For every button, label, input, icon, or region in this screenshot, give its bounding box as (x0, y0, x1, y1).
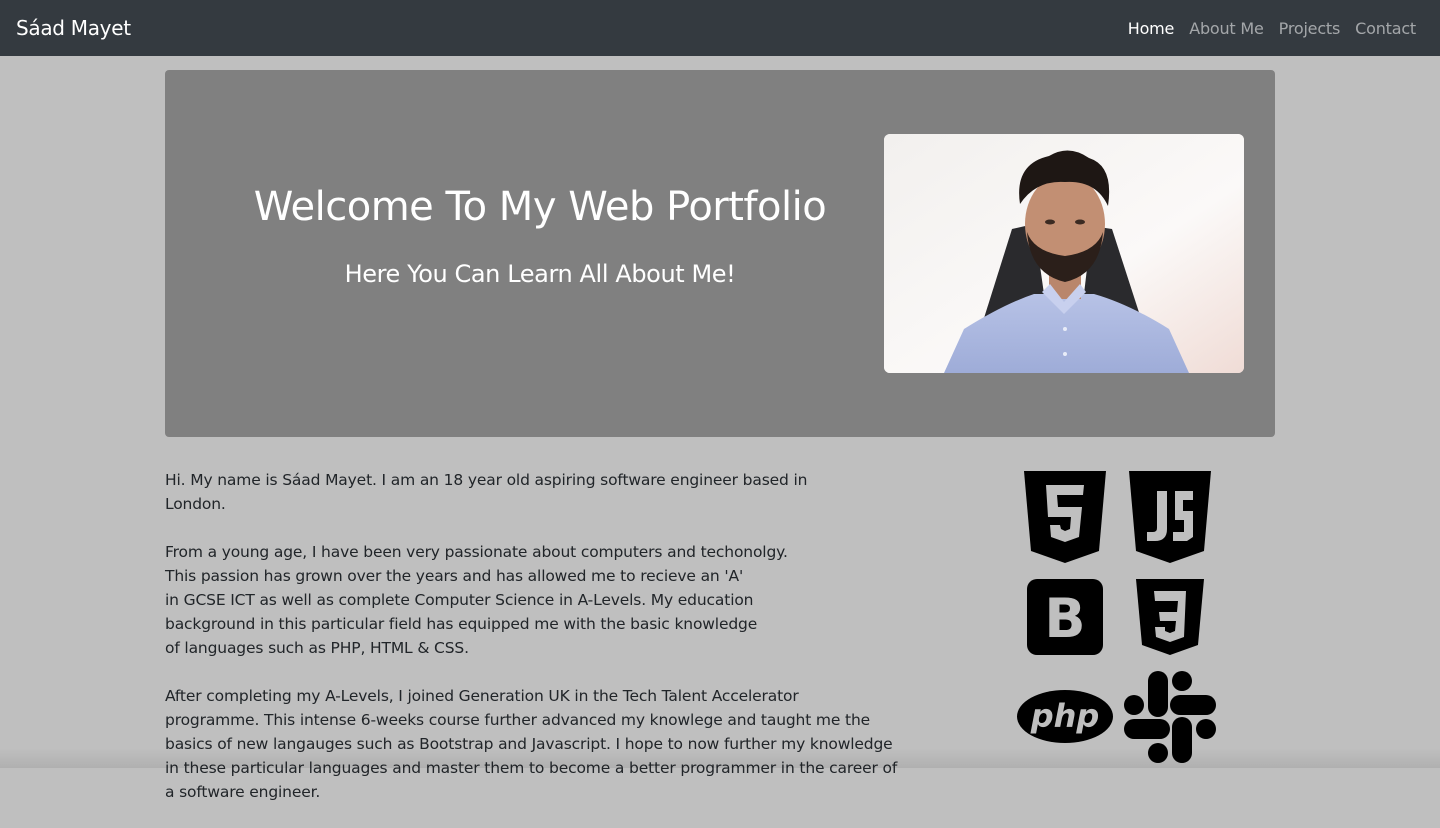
php-label: php (1030, 697, 1100, 735)
bio-line: programme. This intense 6-weeks course f… (165, 711, 871, 729)
php-icon: php (1017, 690, 1113, 743)
css3-icon (1136, 579, 1204, 655)
hero-subtitle: Here You Can Learn All About Me! (344, 260, 736, 288)
slack-icon (1124, 671, 1216, 763)
bio-intro: Hi. My name is Sáad Mayet. I am an 18 ye… (165, 471, 808, 513)
bio-line: a software engineer. (165, 783, 321, 801)
bio-line: basics of new langauges such as Bootstra… (165, 735, 893, 753)
bootstrap-letter: B (1044, 587, 1085, 650)
nav-link-about-me[interactable]: About Me (1189, 19, 1264, 38)
bio-line: in GCSE ICT as well as complete Computer… (165, 591, 754, 609)
bio-line: From a young age, I have been very passi… (165, 543, 788, 561)
hero-title: Welcome To My Web Portfolio (253, 184, 827, 230)
skills-icons: B php (1010, 465, 1225, 768)
brand-link[interactable]: Sáad Mayet (16, 16, 131, 40)
nav-link-contact[interactable]: Contact (1355, 19, 1416, 38)
javascript-icon (1129, 471, 1211, 563)
bootstrap-icon: B (1027, 579, 1103, 655)
bio-line: After completing my A-Levels, I joined G… (165, 687, 799, 705)
nav-link-home[interactable]: Home (1128, 19, 1175, 38)
nav-links: Home About Me Projects Contact (1128, 19, 1424, 38)
bio-line: of languages such as PHP, HTML & CSS. (165, 639, 469, 657)
bio-paragraph-2: From a young age, I have been very passi… (165, 540, 865, 660)
navbar: Sáad Mayet Home About Me Projects Contac… (0, 0, 1440, 56)
bio-section: Hi. My name is Sáad Mayet. I am an 18 ye… (165, 468, 898, 828)
html5-icon (1024, 471, 1106, 563)
nav-link-projects[interactable]: Projects (1279, 19, 1341, 38)
profile-photo (884, 134, 1244, 373)
bio-line: background in this particular field has … (165, 615, 758, 633)
bio-line: in these particular languages and master… (165, 759, 898, 777)
bio-paragraph-3: After completing my A-Levels, I joined G… (165, 684, 898, 804)
bio-line: This passion has grown over the years an… (165, 567, 744, 585)
